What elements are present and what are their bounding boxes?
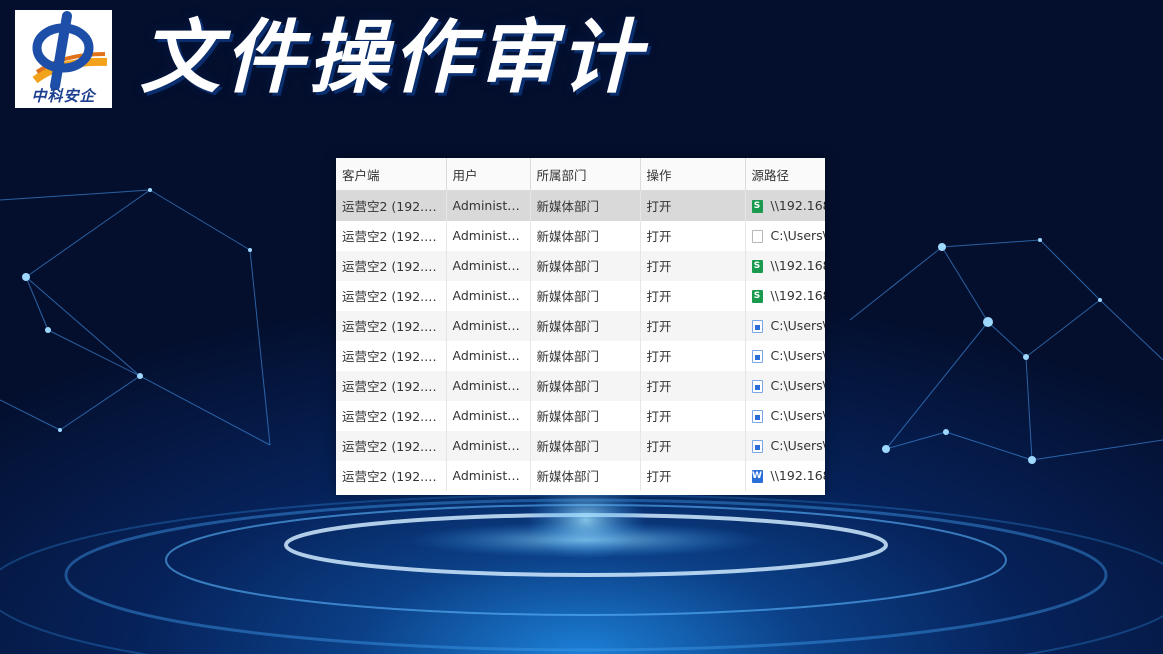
client-cell: 运营空2 (192.1... (336, 370, 447, 401)
source-path-cell: S \\192.168 (745, 190, 826, 221)
department-cell: 新媒体部门 (530, 280, 641, 311)
department-cell: 新媒体部门 (530, 430, 641, 461)
client-cell: 运营空2 (192.1... (336, 280, 447, 311)
source-path-text: \\192.168 (770, 198, 826, 214)
action-cell: 打开 (640, 430, 746, 461)
source-path-text: \\192.168 (770, 258, 826, 273)
logo-emblem-icon (32, 11, 108, 90)
document-icon (751, 440, 763, 453)
document-icon (751, 350, 763, 363)
table-row[interactable]: 运营空2 (192.1... Administra... 新媒体部门 打开 C:\Use… (336, 310, 826, 341)
column-header-user[interactable]: 用户 (446, 158, 531, 191)
user-cell: Administra... (446, 190, 531, 221)
column-header-source-path[interactable]: 源路径 (745, 158, 825, 191)
user-cell: Administra... (446, 400, 531, 431)
text-file-icon (751, 230, 763, 243)
user-cell: Administra... (446, 220, 531, 251)
source-path-text: C:\Users\ (770, 438, 826, 453)
action-cell: 打开 (640, 370, 746, 401)
spreadsheet-icon: S (751, 200, 763, 214)
page-title: 文件操作审计 (140, 11, 644, 104)
client-cell: 运营空2 (192.1... (336, 250, 447, 281)
spreadsheet-icon: S (751, 290, 763, 303)
client-cell: 运营空2 (192.1... (336, 340, 447, 371)
column-header-client[interactable]: 客户端 (336, 158, 447, 191)
document-icon (751, 410, 763, 423)
document-icon (751, 320, 763, 333)
client-cell: 运营空2 (192.1... (336, 220, 447, 251)
source-path-cell: C:\Users\ (745, 340, 826, 371)
table-row[interactable]: 运营空2 (192.1... Administra... 新媒体部门 打开 C:\Use… (336, 430, 826, 461)
department-cell: 新媒体部门 (530, 250, 641, 281)
source-path-cell: C:\Users\ (745, 370, 826, 401)
company-logo: 中科安企 (15, 10, 112, 108)
user-cell: Administra... (446, 460, 531, 491)
department-cell: 新媒体部门 (530, 400, 641, 431)
department-cell: 新媒体部门 (530, 310, 641, 341)
spreadsheet-icon: S (751, 260, 763, 273)
table-row[interactable]: 运营空2 (192.1... Administra... 新媒体部门 打开 S \\192… (336, 280, 826, 311)
action-cell: 打开 (640, 310, 746, 341)
action-cell: 打开 (640, 220, 746, 251)
user-cell: Administra... (446, 310, 531, 341)
source-path-text: C:\Users\ (770, 408, 826, 423)
user-cell: Administra... (446, 340, 531, 371)
source-path-text: C:\Users\ (770, 378, 826, 393)
source-path-cell: C:\Users\ (745, 220, 826, 251)
source-path-text: \\192.168 (770, 468, 826, 483)
source-path-cell: S \\192.168 (745, 250, 826, 281)
document-icon (751, 380, 763, 393)
table-row[interactable]: 运营空2 (192.1... Administra... 新媒体部门 打开 S \\192… (336, 250, 826, 281)
source-path-text: C:\Users\ (770, 318, 826, 333)
source-path-cell: S \\192.168 (745, 280, 826, 311)
column-header-department[interactable]: 所属部门 (530, 158, 641, 191)
table-header-row: 客户端 用户 所属部门 操作 源路径 (336, 158, 825, 191)
action-cell: 打开 (640, 190, 746, 221)
source-path-text: C:\Users\ (770, 228, 826, 243)
table-row[interactable]: 运营空2 (192.1... Administra... 新媒体部门 打开 C:\Use… (336, 220, 826, 251)
source-path-text: C:\Users\ (770, 348, 826, 363)
source-path-cell: C:\Users\ (745, 400, 826, 431)
department-cell: 新媒体部门 (530, 220, 641, 251)
client-cell: 运营空2 (192.1... (336, 400, 447, 431)
source-path-cell: C:\Users\ (745, 430, 826, 461)
source-path-cell: C:\Users\ (745, 310, 826, 341)
department-cell: 新媒体部门 (530, 460, 641, 491)
table-row[interactable]: 运营空2 (192.1... Administra... 新媒体部门 打开 C:\Use… (336, 370, 826, 401)
user-cell: Administra... (446, 370, 531, 401)
action-cell: 打开 (640, 280, 746, 311)
department-cell: 新媒体部门 (530, 190, 641, 221)
client-cell: 运营空2 (192.1... (336, 190, 447, 221)
file-audit-table: 客户端 用户 所属部门 操作 源路径 运营空2 (192.1... Adminis… (336, 158, 825, 495)
department-cell: 新媒体部门 (530, 340, 641, 371)
table-row[interactable]: 运营空2 (192.1... Administra... 新媒体部门 打开 S \\192… (336, 190, 826, 221)
table-row[interactable]: 运营空2 (192.1... Administra... 新媒体部门 打开 W \\192… (336, 460, 826, 491)
action-cell: 打开 (640, 460, 746, 491)
action-cell: 打开 (640, 250, 746, 281)
user-cell: Administra... (446, 280, 531, 311)
table-row[interactable]: 运营空2 (192.1... Administra... 新媒体部门 打开 C:\Use… (336, 340, 826, 371)
column-header-action[interactable]: 操作 (640, 158, 746, 191)
action-cell: 打开 (640, 400, 746, 431)
source-path-cell: W \\192.168 (745, 460, 826, 491)
source-path-text: \\192.168 (770, 288, 826, 303)
word-doc-icon: W (751, 470, 763, 483)
department-cell: 新媒体部门 (530, 370, 641, 401)
action-cell: 打开 (640, 340, 746, 371)
table-row[interactable]: 运营空2 (192.1... Administra... 新媒体部门 打开 C:\Use… (336, 400, 826, 431)
user-cell: Administra... (446, 250, 531, 281)
client-cell: 运营空2 (192.1... (336, 460, 447, 491)
client-cell: 运营空2 (192.1... (336, 310, 447, 341)
client-cell: 运营空2 (192.1... (336, 430, 447, 461)
user-cell: Administra... (446, 430, 531, 461)
logo-text: 中科安企 (31, 87, 96, 105)
